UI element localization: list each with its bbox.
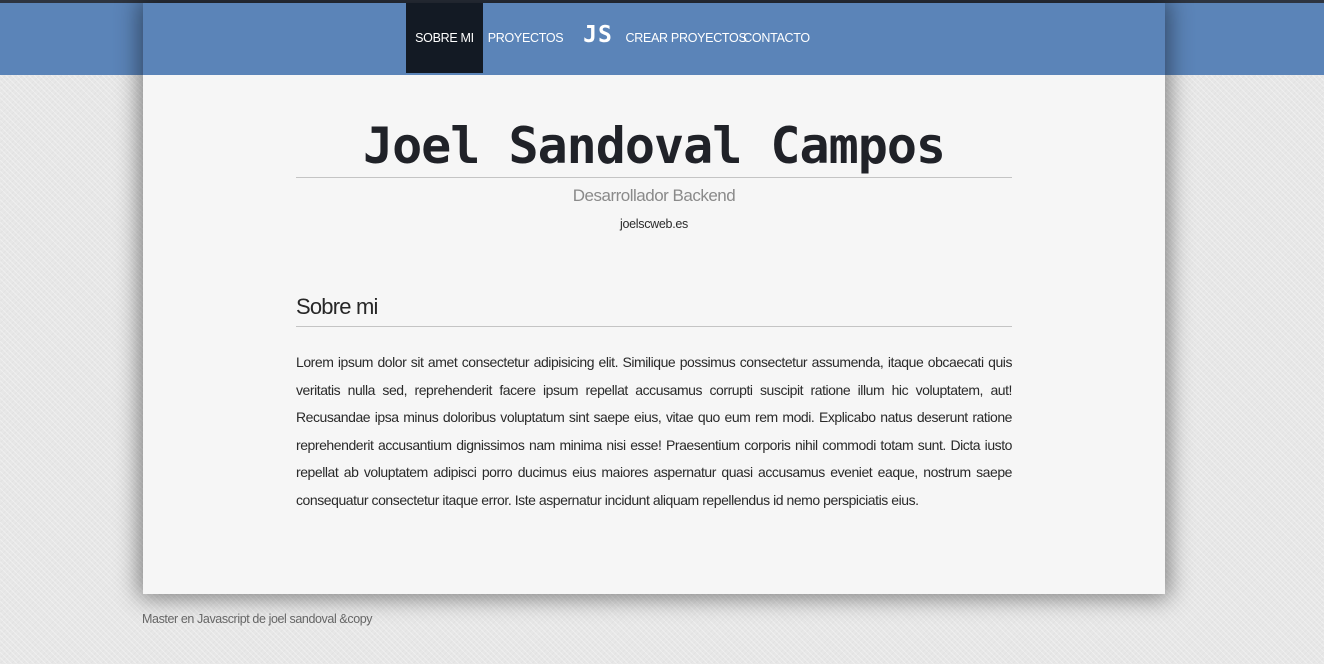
js-logo-text: JS	[583, 22, 613, 48]
page-container: Sobre mi Proyectos JS Crear proyectos Co…	[143, 3, 1165, 594]
section-title-sobre-mi: Sobre mi	[296, 294, 378, 319]
nav-item-sobre-mi[interactable]: Sobre mi	[406, 3, 483, 73]
footer-text: Master en Javascript de joel sandoval &c…	[142, 612, 373, 626]
job-title: Desarrollador Backend	[572, 186, 736, 205]
page-header: Sobre mi Proyectos JS Crear proyectos Co…	[143, 3, 1165, 75]
js-logo[interactable]: JS	[568, 3, 628, 73]
nav-item-crear-proyectos[interactable]: Crear proyectos	[626, 3, 747, 73]
page-title: Joel Sandoval Campos	[362, 117, 946, 175]
about-paragraph: Lorem ipsum dolor sit amet consectetur a…	[296, 354, 1012, 508]
section-divider	[296, 326, 1012, 327]
title-divider	[296, 177, 1012, 178]
main-nav: Sobre mi Proyectos JS Crear proyectos Co…	[406, 3, 810, 73]
nav-item-proyectos[interactable]: Proyectos	[483, 3, 568, 73]
nav-item-contacto[interactable]: Contacto	[743, 3, 810, 73]
website-link[interactable]: joelscweb.es	[296, 217, 1012, 231]
